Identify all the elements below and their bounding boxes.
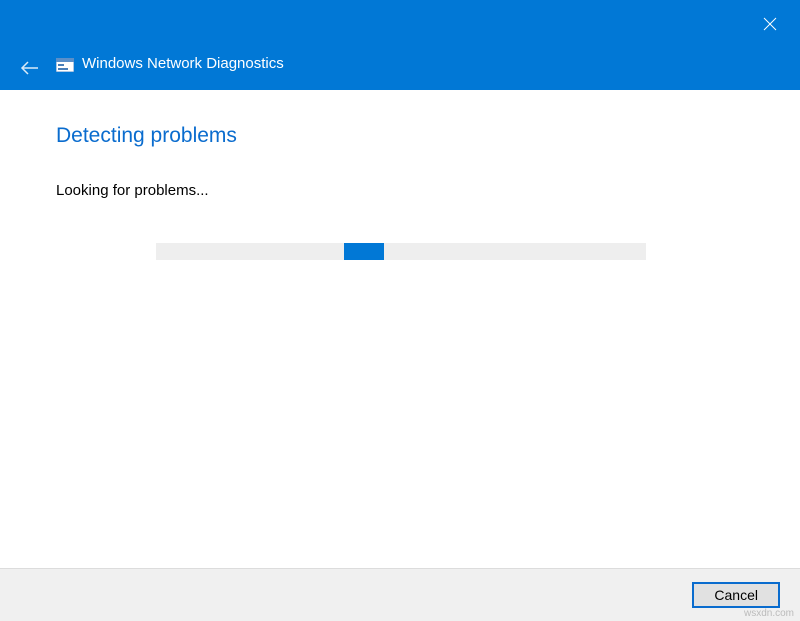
footer: Cancel [0,568,800,621]
page-heading: Detecting problems [56,124,746,148]
progress-indicator [344,243,384,260]
titlebar: Windows Network Diagnostics [0,0,800,90]
watermark: wsxdn.com [744,608,794,619]
back-arrow-icon [20,60,40,76]
cancel-button[interactable]: Cancel [692,582,780,608]
content-area: Detecting problems Looking for problems.… [0,90,800,568]
app-icon [56,58,74,72]
status-text: Looking for problems... [56,182,746,199]
back-button[interactable] [18,56,42,80]
progress-bar [156,243,646,260]
close-icon [763,17,777,31]
app-title: Windows Network Diagnostics [82,55,284,72]
close-button[interactable] [756,10,784,38]
